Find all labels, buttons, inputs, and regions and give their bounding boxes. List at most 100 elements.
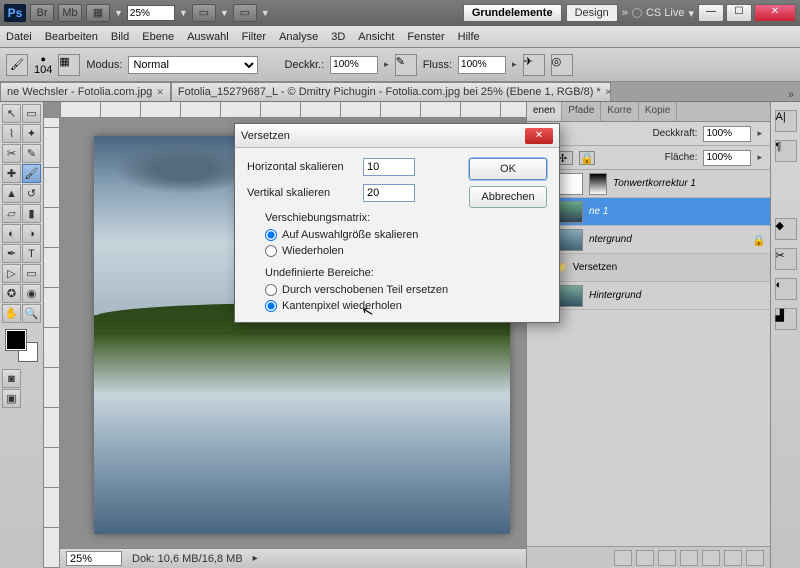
dodge-tool[interactable]: ◑	[22, 224, 41, 243]
menu-datei[interactable]: Datei	[6, 31, 32, 43]
zoom-status[interactable]	[66, 551, 122, 566]
menu-auswahl[interactable]: Auswahl	[187, 31, 229, 43]
workspace-more[interactable]: »	[622, 7, 628, 19]
adjust-icon[interactable]	[680, 550, 698, 566]
panel-icon-5[interactable]: ◐	[775, 278, 797, 300]
screenmode-tool[interactable]: ▣	[2, 389, 21, 408]
screen-button[interactable]: ▭	[233, 4, 257, 22]
panel-icon-4[interactable]: ✂	[775, 248, 797, 270]
quickmask-tool[interactable]: ◙	[2, 369, 21, 388]
menu-bild[interactable]: Bild	[111, 31, 129, 43]
pressure-size-icon[interactable]: ◎	[551, 54, 573, 76]
menu-3d[interactable]: 3D	[331, 31, 345, 43]
layer-row[interactable]: ne 1	[527, 198, 770, 226]
quickselect-tool[interactable]: ✦	[22, 124, 41, 143]
panel-icon-1[interactable]: A|	[775, 110, 797, 132]
link-icon[interactable]	[614, 550, 632, 566]
close-button[interactable]: ✕	[754, 4, 796, 22]
opt-repeat[interactable]: Kantenpixel wiederholen	[265, 300, 459, 312]
layer-row[interactable]: Tonwertkorrektur 1	[527, 170, 770, 198]
type-tool[interactable]: T	[22, 244, 41, 263]
tab-copy[interactable]: Kopie	[639, 102, 678, 121]
h-scale-input[interactable]	[363, 158, 415, 176]
minimize-button[interactable]: —	[698, 4, 724, 22]
healing-tool[interactable]: ✚	[2, 164, 21, 183]
opt-wrap[interactable]: Durch verschobenen Teil ersetzen	[265, 284, 459, 296]
cslive[interactable]: CS Live ▾	[632, 7, 694, 20]
fill-panel-field[interactable]	[703, 150, 751, 166]
3d-tool[interactable]: ✪	[2, 284, 21, 303]
history-brush-tool[interactable]: ↺	[22, 184, 41, 203]
shape-tool[interactable]: ▭	[22, 264, 41, 283]
panel-icon-6[interactable]: ▟	[775, 308, 797, 330]
menu-analyse[interactable]: Analyse	[279, 31, 318, 43]
zoom-field[interactable]	[127, 5, 175, 21]
maximize-button[interactable]: ☐	[726, 4, 752, 22]
opacity-field[interactable]	[330, 56, 378, 74]
tab-paths[interactable]: Pfade	[562, 102, 601, 121]
crop-tool[interactable]: ✂	[2, 144, 21, 163]
layer-row[interactable]: 👁Hintergrund	[527, 282, 770, 310]
cancel-button[interactable]: Abbrechen	[469, 186, 547, 208]
extras-button[interactable]: ▦	[86, 4, 110, 22]
workspace-essentials[interactable]: Grundelemente	[463, 4, 562, 22]
tool-preset[interactable]: 🖌	[6, 54, 28, 76]
move-tool[interactable]: ↖	[2, 104, 21, 123]
close-icon[interactable]: ✕	[156, 87, 164, 98]
opt-stretch[interactable]: Auf Auswahlgröße skalieren	[265, 229, 459, 241]
layer-row[interactable]: ntergrund🔒	[527, 226, 770, 254]
group-row[interactable]: ▾📁Versetzen	[527, 254, 770, 282]
group-icon[interactable]	[702, 550, 720, 566]
hand-tool[interactable]: ✋	[2, 304, 21, 323]
eyedropper-tool[interactable]: ✎	[22, 144, 41, 163]
zoom-tool[interactable]: 🔍	[22, 304, 41, 323]
marquee-tool[interactable]: ▭	[22, 104, 41, 123]
lock-pos-icon[interactable]: 🔒	[579, 151, 595, 165]
path-tool[interactable]: ▷	[2, 264, 21, 283]
mask-icon[interactable]	[658, 550, 676, 566]
ruler-horizontal[interactable]	[60, 102, 526, 118]
dialog-close-icon[interactable]: ✕	[525, 128, 553, 144]
opt-tile[interactable]: Wiederholen	[265, 245, 459, 257]
eraser-tool[interactable]: ▱	[2, 204, 21, 223]
brush-size[interactable]: ●104	[34, 54, 52, 76]
trash-icon[interactable]	[746, 550, 764, 566]
flow-field[interactable]	[458, 56, 506, 74]
menu-ebene[interactable]: Ebene	[142, 31, 174, 43]
pen-tool[interactable]: ✒	[2, 244, 21, 263]
pressure-opacity-icon[interactable]: ✎	[395, 54, 417, 76]
view-button[interactable]: ▭	[192, 4, 216, 22]
menu-ansicht[interactable]: Ansicht	[358, 31, 394, 43]
fx-icon[interactable]	[636, 550, 654, 566]
doc-tab-2[interactable]: Fotolia_15279687_L - © Dmitry Pichugin -…	[171, 82, 611, 101]
opacity-panel-field[interactable]	[703, 126, 751, 142]
v-scale-input[interactable]	[363, 184, 415, 202]
menu-filter[interactable]: Filter	[242, 31, 266, 43]
close-icon[interactable]: ✕	[605, 87, 611, 98]
doc-tab-1[interactable]: ne Wechsler - Fotolia.com.jpg✕	[0, 82, 171, 101]
lasso-tool[interactable]: ⌇	[2, 124, 21, 143]
new-icon[interactable]	[724, 550, 742, 566]
minibridge-button[interactable]: Mb	[58, 4, 82, 22]
ok-button[interactable]: OK	[469, 158, 547, 180]
menu-hilfe[interactable]: Hilfe	[458, 31, 480, 43]
stamp-tool[interactable]: ▲	[2, 184, 21, 203]
ruler-vertical[interactable]	[44, 118, 60, 568]
dialog-titlebar[interactable]: Versetzen ✕	[235, 124, 559, 148]
menu-fenster[interactable]: Fenster	[407, 31, 444, 43]
airbrush-icon[interactable]: ✈	[523, 54, 545, 76]
mode-select[interactable]: Normal	[128, 56, 258, 74]
menu-bearbeiten[interactable]: Bearbeiten	[45, 31, 98, 43]
panel-icon-3[interactable]: ◆	[775, 218, 797, 240]
brush-panel-toggle[interactable]: ▦	[58, 54, 80, 76]
gradient-tool[interactable]: ▮	[22, 204, 41, 223]
panel-icon-2[interactable]: ¶	[775, 140, 797, 162]
tabs-overflow[interactable]: »	[782, 89, 800, 101]
blur-tool[interactable]: ◐	[2, 224, 21, 243]
tab-adjust[interactable]: Korre	[601, 102, 638, 121]
color-swatches[interactable]	[6, 330, 38, 362]
camera-tool[interactable]: ◉	[22, 284, 41, 303]
brush-tool[interactable]: 🖌	[22, 164, 41, 183]
tab-layers[interactable]: enen	[527, 102, 562, 121]
workspace-design[interactable]: Design	[566, 4, 618, 22]
